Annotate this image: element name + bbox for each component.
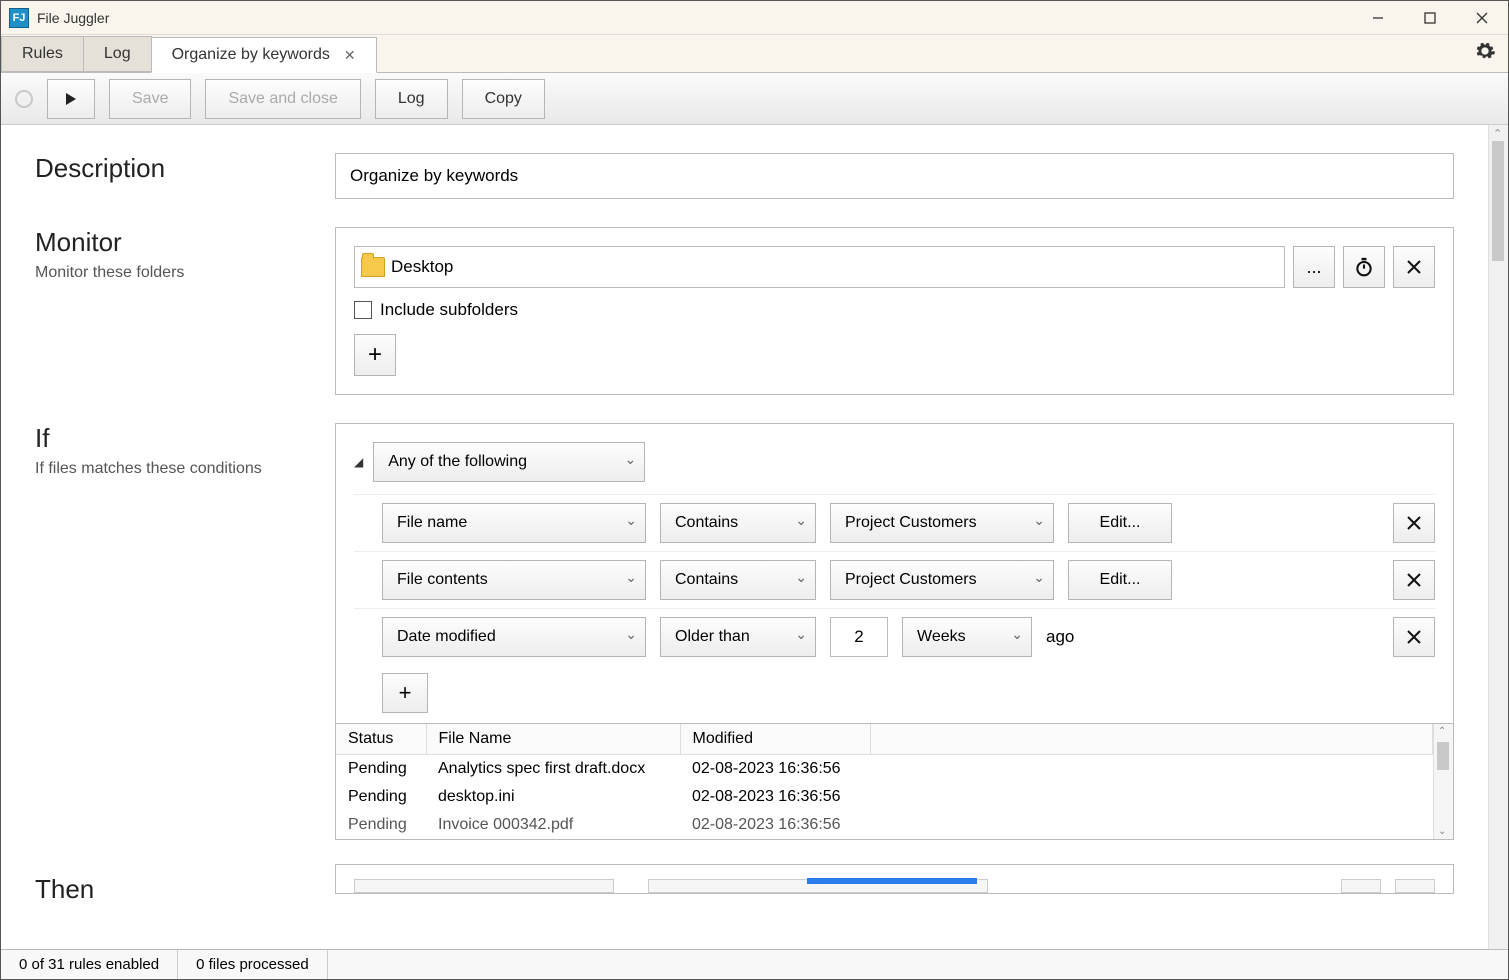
toolbar: Save Save and close Log Copy — [1, 73, 1508, 125]
condition-row: Date modified Older than Weeks ago — [354, 608, 1435, 665]
col-spacer — [870, 724, 1433, 755]
edit-button[interactable]: Edit... — [1068, 560, 1172, 600]
matches-table: Status File Name Modified Pending Analyt… — [335, 724, 1454, 840]
monitor-folder-name: Desktop — [391, 257, 453, 277]
field-dropdown[interactable]: File contents — [382, 560, 646, 600]
value-dropdown[interactable]: Project Customers — [830, 560, 1054, 600]
tab-close-icon[interactable]: ✕ — [344, 47, 356, 64]
action-dropdown[interactable] — [354, 879, 614, 893]
add-condition-button[interactable]: + — [382, 673, 428, 713]
match-mode-dropdown[interactable]: Any of the following — [373, 442, 645, 482]
operator-dropdown[interactable]: Contains — [660, 560, 816, 600]
cell-name: desktop.ini — [426, 783, 680, 811]
rule-enabled-toggle[interactable] — [15, 90, 33, 108]
cell-modified: 02-08-2023 16:36:56 — [680, 755, 870, 784]
description-heading: Description — [35, 153, 315, 184]
cell-name: Analytics spec first draft.docx — [426, 755, 680, 784]
tab-rules[interactable]: Rules — [1, 36, 84, 72]
folder-icon — [361, 257, 385, 277]
x-icon — [1407, 630, 1421, 644]
col-filename[interactable]: File Name — [426, 724, 680, 755]
if-subtext: If files matches these conditions — [35, 460, 315, 478]
timer-button[interactable] — [1343, 246, 1385, 288]
content-area: Description Monitor Monitor these folder… — [1, 125, 1488, 949]
stopwatch-icon — [1354, 257, 1374, 277]
monitor-subtext: Monitor these folders — [35, 264, 315, 282]
browse-button[interactable]: ... — [1293, 246, 1335, 288]
cell-status: Pending — [336, 811, 426, 839]
delete-condition-button[interactable] — [1393, 560, 1435, 600]
log-button[interactable]: Log — [375, 79, 448, 119]
maximize-button[interactable] — [1404, 2, 1456, 34]
number-input[interactable] — [830, 617, 888, 657]
then-heading: Then — [35, 874, 315, 905]
x-icon — [1407, 260, 1421, 274]
gear-icon — [1474, 40, 1496, 62]
operator-dropdown[interactable]: Contains — [660, 503, 816, 543]
include-subfolders-label: Include subfolders — [380, 300, 518, 320]
page-scrollbar[interactable] — [1488, 125, 1508, 949]
field-dropdown[interactable]: Date modified — [382, 617, 646, 657]
condition-row: File contents Contains Project Customers… — [354, 551, 1435, 608]
if-heading: If — [35, 423, 315, 454]
app-title: File Juggler — [37, 10, 109, 26]
run-button[interactable] — [47, 79, 95, 119]
monitor-heading: Monitor — [35, 227, 315, 258]
remove-folder-button[interactable] — [1393, 246, 1435, 288]
close-icon — [1476, 12, 1488, 24]
include-subfolders-checkbox[interactable]: Include subfolders — [354, 300, 1435, 320]
status-bar: 0 of 31 rules enabled 0 files processed — [1, 949, 1508, 979]
cell-modified: 02-08-2023 16:36:56 — [680, 783, 870, 811]
x-icon — [1407, 573, 1421, 587]
cell-status: Pending — [336, 783, 426, 811]
table-row[interactable]: Pending desktop.ini 02-08-2023 16:36:56 — [336, 783, 1433, 811]
ago-label: ago — [1046, 627, 1074, 647]
checkbox-icon — [354, 301, 372, 319]
table-row[interactable]: Pending Analytics spec first draft.docx … — [336, 755, 1433, 784]
then-panel — [335, 864, 1454, 894]
action-target-field[interactable] — [648, 879, 988, 893]
play-icon — [64, 92, 78, 106]
monitor-folder-field[interactable]: Desktop — [354, 246, 1285, 288]
add-folder-button[interactable]: + — [354, 334, 396, 376]
field-dropdown[interactable]: File name — [382, 503, 646, 543]
x-icon — [1407, 516, 1421, 530]
cell-name: Invoice 000342.pdf — [426, 811, 680, 839]
table-scrollbar[interactable] — [1433, 724, 1453, 839]
action-button[interactable] — [1395, 879, 1435, 893]
cell-status: Pending — [336, 755, 426, 784]
unit-dropdown[interactable]: Weeks — [902, 617, 1032, 657]
maximize-icon — [1424, 12, 1436, 24]
app-icon: FJ — [9, 8, 29, 28]
minimize-icon — [1372, 12, 1384, 24]
save-button[interactable]: Save — [109, 79, 191, 119]
delete-condition-button[interactable] — [1393, 617, 1435, 657]
tab-active-label: Organize by keywords — [172, 46, 330, 64]
tab-log[interactable]: Log — [83, 36, 152, 72]
delete-condition-button[interactable] — [1393, 503, 1435, 543]
status-files: 0 files processed — [178, 950, 328, 979]
copy-button[interactable]: Copy — [462, 79, 545, 119]
settings-button[interactable] — [1474, 40, 1496, 68]
collapse-icon[interactable]: ◢ — [354, 455, 363, 469]
edit-button[interactable]: Edit... — [1068, 503, 1172, 543]
condition-row: File name Contains Project Customers Edi… — [354, 494, 1435, 551]
title-bar: FJ File Juggler — [1, 1, 1508, 35]
save-close-button[interactable]: Save and close — [205, 79, 360, 119]
status-rules: 0 of 31 rules enabled — [1, 950, 178, 979]
table-row[interactable]: Pending Invoice 000342.pdf 02-08-2023 16… — [336, 811, 1433, 839]
cell-modified: 02-08-2023 16:36:56 — [680, 811, 870, 839]
value-dropdown[interactable]: Project Customers — [830, 503, 1054, 543]
operator-dropdown[interactable]: Older than — [660, 617, 816, 657]
close-button[interactable] — [1456, 2, 1508, 34]
description-input[interactable] — [335, 153, 1454, 199]
tab-active-rule[interactable]: Organize by keywords ✕ — [151, 37, 377, 73]
col-modified[interactable]: Modified — [680, 724, 870, 755]
col-status[interactable]: Status — [336, 724, 426, 755]
action-button[interactable] — [1341, 879, 1381, 893]
tab-strip: Rules Log Organize by keywords ✕ — [1, 35, 1508, 73]
minimize-button[interactable] — [1352, 2, 1404, 34]
